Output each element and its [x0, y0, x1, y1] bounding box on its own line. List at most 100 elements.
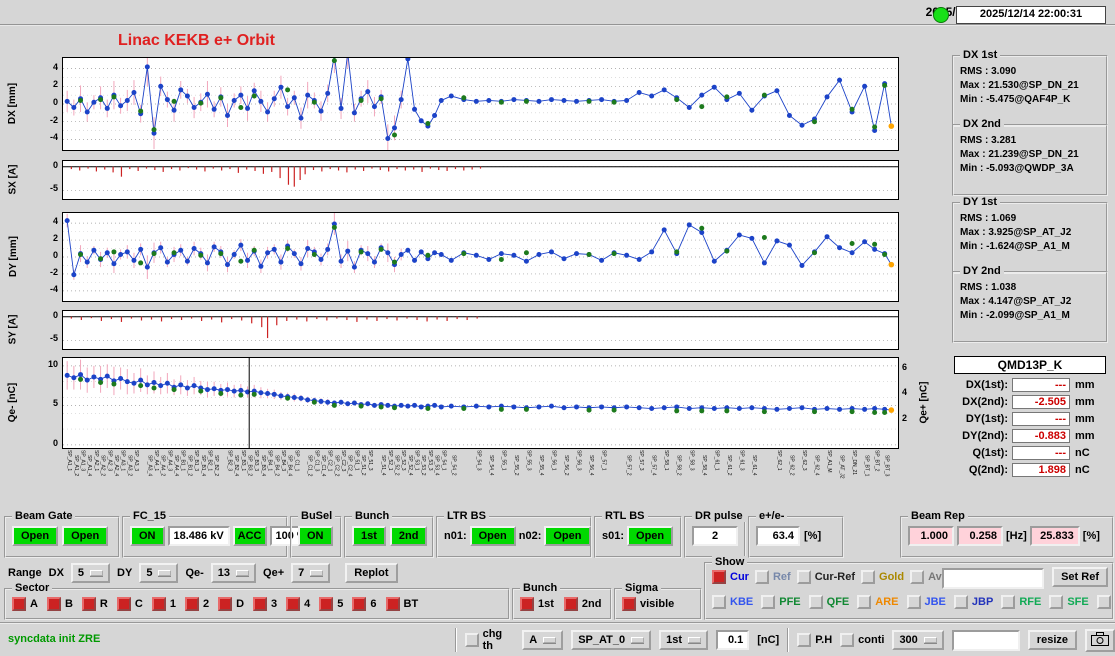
checkbox-sector-A[interactable]: A — [12, 597, 38, 611]
checkbox-indicator[interactable] — [218, 597, 233, 611]
checkbox-ph[interactable]: P.H — [797, 633, 832, 647]
checkbox-show-Gold[interactable]: Gold — [861, 570, 904, 584]
checkbox-show-KBE[interactable]: KBE — [712, 595, 753, 609]
bpm-select[interactable]: SP_AT_0 — [571, 630, 652, 650]
checkbox-sigma-visible[interactable]: visible — [622, 597, 674, 611]
reference-entry[interactable] — [942, 568, 1044, 589]
checkbox-indicator[interactable] — [184, 597, 199, 611]
set-ref-button[interactable]: Set Ref — [1052, 567, 1108, 587]
charge-plot — [62, 357, 899, 449]
bunch-order-select[interactable]: 1st — [659, 630, 708, 650]
bunch-1st-button[interactable]: 1st — [352, 526, 386, 546]
range-qem-select[interactable]: 13 — [210, 563, 257, 583]
checkbox-sector-B[interactable]: B — [46, 597, 73, 611]
bpm-label: SP_54_2 — [450, 455, 457, 476]
checkbox-indicator[interactable] — [796, 570, 811, 584]
sector-group: Sector A B R C 1 2 D 3 4 5 6 BT — [4, 582, 510, 620]
checkbox-show-JBP[interactable]: JBP — [953, 595, 993, 609]
checkbox-sector-BT[interactable]: BT — [385, 597, 418, 611]
checkbox-indicator[interactable] — [151, 597, 166, 611]
range-dy-select[interactable]: 5 — [139, 563, 179, 583]
checkbox-indicator[interactable] — [465, 633, 479, 647]
checkbox-indicator[interactable] — [840, 633, 855, 647]
checkbox-indicator[interactable] — [352, 597, 367, 611]
checkbox-sector-1[interactable]: 1 — [151, 597, 176, 611]
checkbox-show-Ref[interactable]: Ref — [754, 570, 791, 584]
replot-button[interactable]: Replot — [345, 563, 398, 583]
checkbox-indicator[interactable] — [906, 595, 921, 609]
range-label: Range — [8, 567, 42, 579]
checkbox-show-ARE[interactable]: ARE — [857, 595, 899, 609]
checkbox-sector-D[interactable]: D — [218, 597, 244, 611]
ltr-n02-open-button[interactable]: Open — [544, 526, 591, 546]
beam-rep-value-2: 0.258 — [957, 526, 1003, 546]
checkbox-indicator[interactable] — [761, 595, 776, 609]
checkbox-label: Ref — [772, 571, 791, 583]
checkbox-show-QFE[interactable]: QFE — [808, 595, 849, 609]
checkbox-indicator[interactable] — [520, 597, 534, 611]
screenshot-button[interactable] — [1085, 628, 1115, 652]
range-dx-label: DX — [48, 567, 64, 579]
checkbox-show-Cur-Ref[interactable]: Cur-Ref — [796, 570, 855, 584]
checkbox-chg-th[interactable]: chg th — [465, 628, 514, 652]
checkbox-sector-R[interactable]: R — [81, 597, 108, 611]
bpm-label: SP_BT_3 — [883, 455, 890, 477]
checkbox-indicator[interactable] — [116, 597, 131, 611]
checkbox-indicator[interactable] — [622, 597, 636, 611]
beam-gate-open-1-button[interactable]: Open — [12, 526, 59, 546]
checkbox-indicator[interactable] — [1049, 595, 1064, 609]
checkbox-sector-2[interactable]: 2 — [184, 597, 209, 611]
resize-button[interactable]: resize — [1027, 630, 1077, 650]
range-dx-select[interactable]: 5 — [70, 563, 111, 583]
checkbox-indicator[interactable] — [81, 597, 96, 611]
beam-gate-open-2-button[interactable]: Open — [62, 526, 109, 546]
busel-on-button[interactable]: ON — [298, 526, 333, 546]
checkbox-indicator[interactable] — [46, 597, 61, 611]
sector-select[interactable]: A — [522, 630, 564, 650]
checkbox-sector-3[interactable]: 3 — [253, 597, 277, 611]
checkbox-show-SFE[interactable]: SFE — [1049, 595, 1089, 609]
threshold-field[interactable]: 0.1 — [715, 630, 750, 650]
checkbox-indicator[interactable] — [286, 597, 301, 611]
checkbox-indicator[interactable] — [253, 597, 268, 611]
checkbox-indicator[interactable] — [12, 597, 26, 611]
monitor-name[interactable]: QMD13P_K — [954, 356, 1106, 374]
checkbox-indicator[interactable] — [563, 597, 578, 611]
checkbox-indicator[interactable] — [1096, 595, 1111, 609]
checkbox-indicator[interactable] — [861, 570, 876, 584]
checkbox-conti[interactable]: conti — [840, 633, 884, 647]
checkbox-show-PFE[interactable]: PFE — [761, 595, 801, 609]
checkbox-indicator[interactable] — [808, 595, 823, 609]
checkbox-indicator[interactable] — [953, 595, 968, 609]
checkbox-indicator[interactable] — [1001, 595, 1016, 609]
checkbox-show-RFE[interactable]: RFE — [1001, 595, 1041, 609]
checkbox-indicator[interactable] — [857, 595, 872, 609]
checkbox-show-JBE[interactable]: JBE — [906, 595, 946, 609]
bpm-label: SP_BT_2 — [873, 450, 880, 472]
interval-select[interactable]: 300 — [892, 630, 944, 650]
checkbox-sector-6[interactable]: 6 — [352, 597, 377, 611]
checkbox-indicator[interactable] — [910, 570, 925, 584]
checkbox-show-Cur[interactable]: Cur — [712, 570, 749, 584]
command-entry[interactable] — [951, 629, 1020, 651]
ltr-n01-open-button[interactable]: Open — [469, 526, 516, 546]
checkbox-indicator[interactable] — [797, 633, 812, 647]
fc15-on-button[interactable]: ON — [130, 526, 165, 546]
checkbox-indicator[interactable] — [712, 570, 726, 584]
bunch-2nd-button[interactable]: 2nd — [389, 526, 428, 546]
rtl-s01-open-button[interactable]: Open — [627, 526, 674, 546]
dr-pulse-field[interactable]: 2 — [692, 526, 738, 546]
checkbox-show-ZRE[interactable]: ZRE — [1096, 595, 1115, 609]
checkbox-indicator[interactable] — [385, 597, 400, 611]
checkbox-indicator[interactable] — [754, 570, 769, 584]
checkbox-sector-C[interactable]: C — [116, 597, 143, 611]
checkbox-indicator[interactable] — [319, 597, 334, 611]
checkbox-sector-5[interactable]: 5 — [319, 597, 343, 611]
stat-min: Min : -5.093@QWDP_3A — [960, 163, 1074, 174]
checkbox-sector-4[interactable]: 4 — [286, 597, 310, 611]
fc15-acc-button[interactable]: ACC — [232, 526, 267, 546]
checkbox-bunch-2nd[interactable]: 2nd — [563, 597, 601, 611]
range-qep-select[interactable]: 7 — [291, 563, 331, 583]
checkbox-indicator[interactable] — [712, 595, 726, 609]
checkbox-bunch-1st[interactable]: 1st — [520, 597, 554, 611]
